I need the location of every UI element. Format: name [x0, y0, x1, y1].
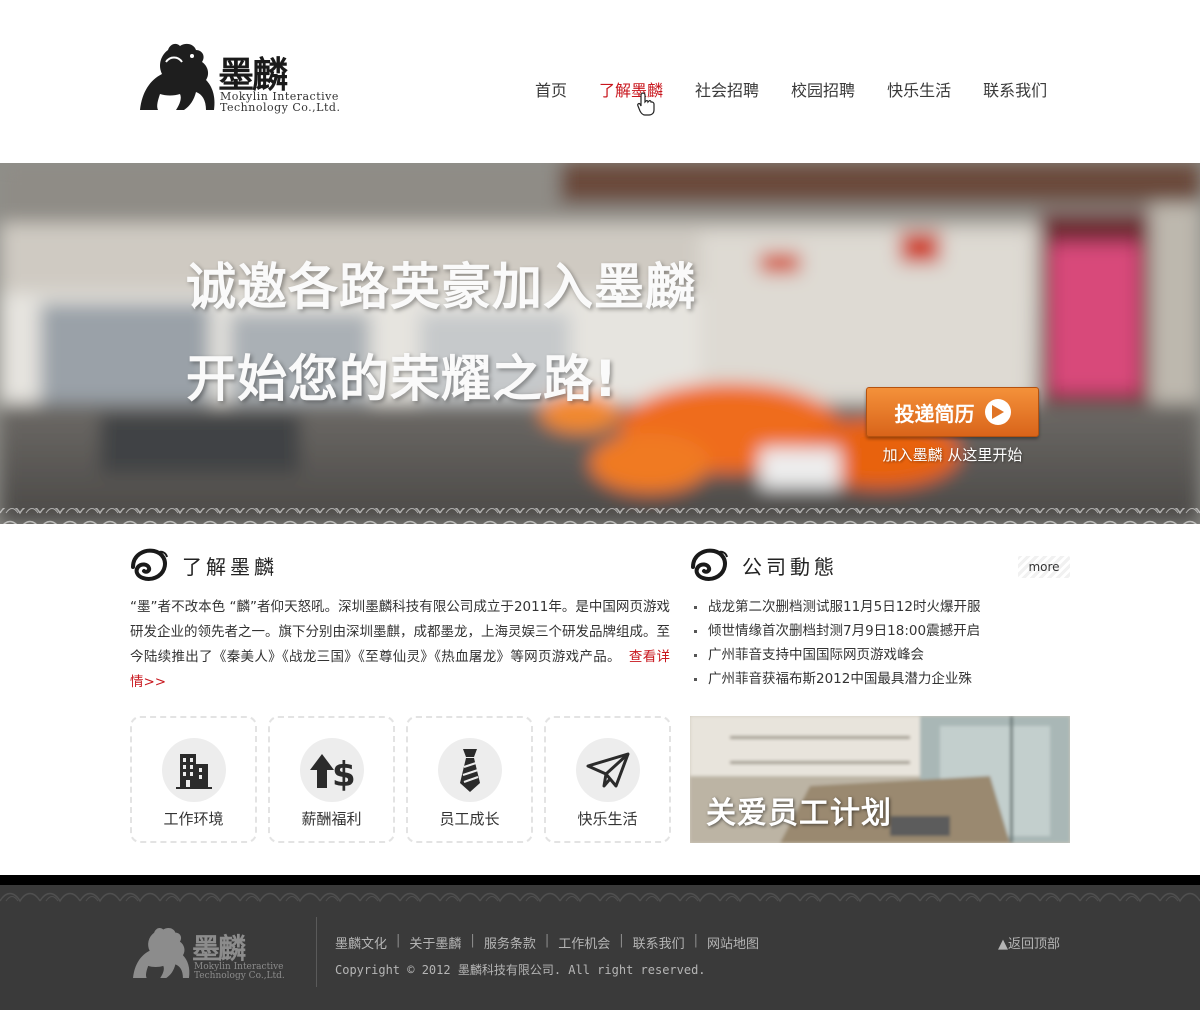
about-section-title: 了解墨麟 — [182, 554, 278, 579]
footer-logo-english-line2: Technology Co.,Ltd. — [194, 971, 285, 981]
cloud-pattern-decoration — [0, 885, 1200, 903]
employee-care-title: 关爱员工计划 — [706, 796, 892, 831]
footer-separator: | — [544, 933, 550, 948]
tile-icon-circle: $ — [300, 738, 364, 802]
tile-staff-growth[interactable]: 员工成长 — [406, 716, 533, 843]
hero-banner: 诚邀各路英豪加入墨麟 开始您的荣耀之路! 投递简历 加入墨麟 从这里开始 — [0, 163, 1200, 524]
news-section-header: 公司動態 — [690, 547, 838, 583]
news-item[interactable]: 广州菲音支持中国国际网页游戏峰会 — [692, 643, 1072, 667]
tile-icon-circle — [438, 738, 502, 802]
footer-link-contact[interactable]: 联系我们 — [633, 933, 685, 952]
qilin-logo-icon — [140, 43, 215, 111]
salary-arrow-icon: $ — [310, 754, 356, 792]
logo-english-line2: Technology Co.,Ltd. — [220, 101, 341, 114]
tile-work-environment[interactable]: 工作环境 — [130, 716, 257, 843]
main-nav: 首页 了解墨麟 社会招聘 校园招聘 快乐生活 联系我们 — [535, 74, 1079, 110]
news-section-title: 公司動態 — [742, 554, 838, 579]
footer-separator: | — [693, 933, 699, 948]
footer-link-terms[interactable]: 服务条款 — [484, 933, 536, 952]
news-item[interactable]: 广州菲音获福布斯2012中国最具潜力企业殊 — [692, 667, 1072, 691]
submit-resume-button[interactable]: 投递简历 — [866, 387, 1039, 437]
ink-swirl-icon — [691, 548, 728, 581]
footer-logo[interactable]: 墨麟 Mokylin Interactive Technology Co.,Lt… — [130, 925, 300, 985]
paper-plane-icon — [586, 752, 630, 788]
employee-care-banner[interactable]: 关爱员工计划 — [690, 716, 1070, 843]
nav-social-recruit[interactable]: 社会招聘 — [695, 74, 759, 110]
about-section-header: 了解墨麟 — [130, 547, 278, 583]
tile-label: 薪酬福利 — [301, 810, 362, 828]
banner-title-line1: 诚邀各路英豪加入墨麟 — [186, 258, 696, 316]
footer-link-about[interactable]: 关于墨麟 — [409, 933, 461, 952]
footer-divider — [316, 917, 317, 987]
footer-logo-chinese: 墨麟 — [192, 932, 246, 965]
arrow-right-icon — [984, 399, 1011, 425]
footer-link-culture[interactable]: 墨麟文化 — [335, 933, 387, 952]
footer-link-sitemap[interactable]: 网站地图 — [707, 933, 759, 952]
about-text-body: “墨”者不改本色 “麟”者仰天怒吼。深圳墨麟科技有限公司成立于2011年。是中国… — [130, 599, 670, 665]
nav-campus-recruit[interactable]: 校园招聘 — [791, 74, 855, 110]
news-item[interactable]: 倾世情缘首次删档封测7月9日18:00震撼开启 — [692, 619, 1072, 643]
tile-icon-circle — [162, 738, 226, 802]
footer-separator: | — [396, 933, 401, 948]
feature-tiles: 工作环境 $ 薪酬福利 员工成长 快乐生活 — [130, 716, 671, 843]
about-description: “墨”者不改本色 “麟”者仰天怒吼。深圳墨麟科技有限公司成立于2011年。是中国… — [130, 595, 670, 695]
site-header: 墨麟 Mokylin Interactive Technology Co.,Lt… — [0, 0, 1200, 163]
company-logo[interactable]: 墨麟 Mokylin Interactive Technology Co.,Lt… — [136, 40, 366, 116]
tile-label: 员工成长 — [439, 810, 500, 828]
footer-top-bar — [0, 875, 1200, 885]
tile-happy-life[interactable]: 快乐生活 — [544, 716, 671, 843]
submit-resume-subtitle: 加入墨麟 从这里开始 — [882, 446, 1023, 464]
submit-resume-label: 投递简历 — [894, 401, 975, 426]
back-to-top-link[interactable]: ▲返回顶部 — [998, 933, 1060, 952]
banner-title-line2: 开始您的荣耀之路! — [186, 350, 618, 408]
building-icon — [176, 754, 212, 789]
copyright-text: Copyright © 2012 墨麟科技有限公司. All right res… — [335, 963, 706, 977]
footer-separator: | — [470, 933, 475, 948]
footer-link-jobs[interactable]: 工作机会 — [558, 933, 610, 952]
tie-icon — [460, 749, 480, 792]
footer-links: 墨麟文化 | 关于墨麟 | 服务条款 | 工作机会 | 联系我们 | 网站地图 — [335, 933, 759, 952]
tile-salary-benefits[interactable]: $ 薪酬福利 — [268, 716, 395, 843]
news-list: 战龙第二次删档测试服11月5日12时火爆开服 倾世情缘首次删档封测7月9日18:… — [692, 595, 1072, 691]
site-footer: 墨麟 Mokylin Interactive Technology Co.,Lt… — [0, 885, 1200, 1010]
hand-cursor-icon — [637, 92, 655, 116]
news-more-link[interactable]: more — [1018, 556, 1070, 578]
tile-label: 快乐生活 — [577, 810, 638, 828]
footer-separator: | — [619, 933, 624, 948]
news-item[interactable]: 战龙第二次删档测试服11月5日12时火爆开服 — [692, 595, 1072, 619]
tile-label: 工作环境 — [163, 810, 224, 828]
tile-icon-circle — [576, 738, 640, 802]
svg-text:$: $ — [332, 755, 356, 792]
nav-contact[interactable]: 联系我们 — [983, 74, 1047, 110]
ink-swirl-icon — [131, 548, 168, 581]
nav-home[interactable]: 首页 — [535, 74, 567, 110]
qilin-logo-icon — [133, 927, 190, 978]
nav-happy-life[interactable]: 快乐生活 — [887, 74, 951, 110]
